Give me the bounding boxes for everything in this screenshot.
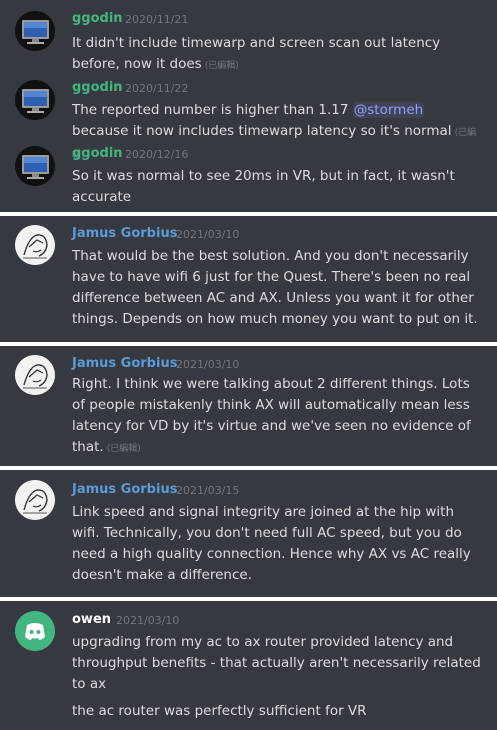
message-text: Link speed and signal integrity are join… xyxy=(72,504,471,583)
message-text: It didn't include timewarp and screen sc… xyxy=(72,33,482,77)
author-name[interactable]: Jamus Gorbius xyxy=(72,356,177,372)
timestamp: 2020/11/21 xyxy=(125,13,189,26)
message-group-jamus-1: Jamus Gorbius 2021/03/10 That would be t… xyxy=(0,216,497,342)
message-group-jamus-3: Jamus Gorbius 2021/03/15 Link speed and … xyxy=(0,470,497,597)
author-name[interactable]: ggodin xyxy=(72,11,123,27)
author-name[interactable]: Jamus Gorbius xyxy=(72,226,177,242)
monitor-icon[interactable] xyxy=(15,146,55,186)
author-name[interactable]: Jamus Gorbius xyxy=(72,482,177,498)
timestamp: 2020/11/22 xyxy=(125,82,189,95)
message-group-ggodin: ggodin 2020/11/21 It didn't include time… xyxy=(0,0,497,212)
message-group-jamus-2: Jamus Gorbius 2021/03/10 Right. I think … xyxy=(0,346,497,466)
timestamp: 2021/03/10 xyxy=(176,228,240,241)
message-group-owen: owen 2021/03/10 upgrading from my ac to … xyxy=(0,601,497,730)
timestamp: 2021/03/10 xyxy=(116,614,180,627)
sketch-face-icon[interactable] xyxy=(15,225,55,265)
message-body: It didn't include timewarp and screen sc… xyxy=(72,35,441,72)
discord-logo-icon[interactable] xyxy=(15,611,55,651)
message-text: upgrading from my ac to ax router provid… xyxy=(72,634,481,692)
timestamp: 2021/03/15 xyxy=(176,484,240,497)
sketch-face-icon[interactable] xyxy=(15,480,55,520)
sketch-face-icon[interactable] xyxy=(15,355,55,395)
monitor-icon[interactable] xyxy=(15,80,55,120)
message-body: The reported number is higher than 1.17 xyxy=(72,102,353,118)
message-body-cont: because it now includes timewarp latency… xyxy=(72,123,452,139)
message-text-2: the ac router was perfectly sufficient f… xyxy=(72,703,367,719)
timestamp: 2020/12/16 xyxy=(125,148,189,161)
message-text: Right. I think we were talking about 2 d… xyxy=(72,374,482,460)
timestamp: 2021/03/10 xyxy=(176,358,240,371)
message-text: So it was normal to see 20ms in VR, but … xyxy=(72,168,455,205)
author-name[interactable]: ggodin xyxy=(72,146,123,162)
edited-label: (已編輯) xyxy=(106,444,141,454)
edited-label: (已編輯) xyxy=(204,61,239,71)
user-mention[interactable]: @stormeh xyxy=(352,102,425,118)
author-name[interactable]: ggodin xyxy=(72,80,123,96)
message-text: That would be the best solution. And you… xyxy=(72,248,478,327)
author-name[interactable]: owen xyxy=(72,612,111,628)
monitor-icon[interactable] xyxy=(15,11,55,51)
